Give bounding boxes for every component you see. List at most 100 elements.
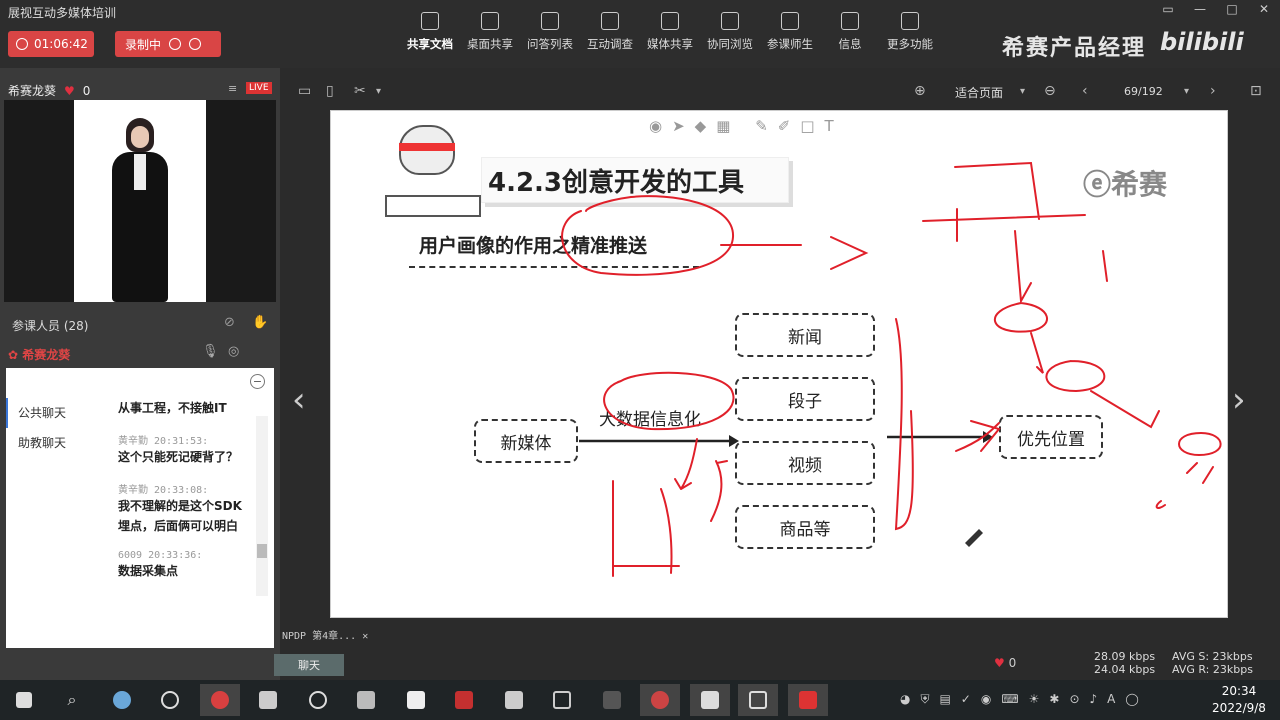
collapse-icon[interactable]: − [250, 374, 265, 389]
scroll-thumb[interactable] [257, 544, 267, 558]
message-meta: 黄辛勤 20:31:53: [118, 436, 209, 447]
fullscreen-icon[interactable]: ⊡ [1250, 83, 1262, 99]
windows-taskbar: ⌕ ◕⛨▤✓◉⌨☀✱⊙♪A◯ [0, 680, 1280, 720]
mute-all-icon[interactable]: ⊘ [224, 315, 235, 330]
heart-icon[interactable]: ♥ [64, 84, 75, 98]
tool-more[interactable]: 更多功能 [880, 12, 940, 52]
camtasia-icon [799, 691, 817, 709]
camera-icon[interactable]: ◎ [228, 344, 239, 359]
taskbar-app-training[interactable] [200, 684, 240, 716]
tab-public-chat[interactable]: 公共聊天 [6, 398, 106, 428]
hand-icon[interactable]: ✋ [252, 315, 268, 330]
timer-value: 01:06:42 [34, 37, 88, 51]
message-text: 我不理解的是这个SDK埋点，后面俩可以明白 [118, 499, 242, 533]
message-meta: 6009 20:33:36: [118, 550, 203, 561]
taskbar-app-notes[interactable] [248, 684, 288, 716]
tool-cobrowse[interactable]: 协同浏览 [700, 12, 760, 52]
page-indicator[interactable]: 69/192 [1124, 85, 1163, 98]
brand-watermark: 希赛产品经理 [1002, 36, 1147, 61]
message-text: 这个只能死记硬背了？ [118, 450, 239, 464]
chat-message: 6009 20:33:36: 数据采集点 [118, 550, 248, 581]
avg-send: AVG S: 23kbps [1172, 650, 1253, 663]
folder-icon[interactable]: ▭ [298, 83, 311, 99]
host-row: 希赛龙葵 ♥ 0 [8, 82, 90, 99]
taskbar-app-screen[interactable] [738, 684, 778, 716]
close-tab-icon[interactable]: ✕ [362, 631, 368, 642]
recording-button[interactable]: 录制中 [115, 31, 221, 57]
search-icon[interactable]: ⌕ [52, 684, 92, 716]
qa-icon [541, 12, 559, 30]
taskbar-app-browser[interactable] [102, 684, 142, 716]
speaker-name: ✿ 希赛龙葵 [8, 348, 71, 362]
tool-qa-list[interactable]: 问答列表 [520, 12, 580, 52]
chat-toggle-button[interactable]: 聊天 [274, 654, 344, 676]
pause-icon[interactable] [169, 38, 182, 50]
list-menu-icon[interactable]: ≡ [228, 82, 237, 95]
chat-messages: 从事工程，不接触IT 黄辛勤 20:31:53: 这个只能死记硬背了？ 黄辛勤 … [118, 398, 248, 595]
fit-dropdown-icon[interactable]: ▾ [1020, 86, 1025, 97]
taskbar-app-xmind[interactable] [444, 684, 484, 716]
file-icon[interactable]: ▯ [326, 83, 334, 99]
message-meta: 黄辛勤 20:33:08: [118, 485, 209, 496]
ink-loop-1 [993, 302, 1048, 333]
top-toolbar: 展视互动多媒体培训 ▭ — □ ✕ 01:06:42 录制中 共享文档 桌面共享… [0, 0, 1280, 68]
page-dropdown-icon[interactable]: ▾ [1184, 86, 1189, 97]
chat-scrollbar[interactable] [256, 416, 268, 596]
stop-icon[interactable] [189, 38, 202, 50]
ink-loop-2 [1045, 360, 1106, 393]
taskbar-app-chat[interactable] [150, 684, 190, 716]
menu-icon[interactable]: ▭ [1152, 0, 1184, 18]
participants-count[interactable]: 参课人员 (28) [12, 317, 88, 334]
system-tray[interactable]: ◕⛨▤✓◉⌨☀✱⊙♪A◯ [900, 692, 1149, 707]
minimize-icon[interactable]: — [1184, 0, 1216, 18]
tool-media-share[interactable]: 媒体共享 [640, 12, 700, 52]
taskbar-app-recorder[interactable] [640, 684, 680, 716]
host-video [4, 100, 276, 302]
session-timer[interactable]: 01:06:42 [8, 31, 94, 57]
tab-assistant-chat[interactable]: 助教聊天 [6, 428, 106, 458]
taskbar-app-messenger[interactable] [298, 684, 338, 716]
desktop-share-icon [481, 12, 499, 30]
timer-icon [16, 38, 28, 50]
ink-stroke-video [710, 460, 728, 522]
taskbar-app-draw[interactable] [690, 684, 730, 716]
taskbar-app-nvidia[interactable] [592, 684, 632, 716]
tool-info[interactable]: 信息 [820, 12, 880, 52]
taskbar-app-camtasia[interactable] [788, 684, 828, 716]
slide-diagram-layer [561, 161, 1222, 577]
slide-prev-arrow[interactable]: ‹ [292, 380, 306, 420]
taskbar-app-doc[interactable] [396, 684, 436, 716]
next-page-icon[interactable]: › [1210, 83, 1216, 99]
scissors-icon[interactable]: ✂ [354, 83, 366, 99]
chevron-down-icon[interactable]: ▾ [376, 86, 381, 97]
slide-canvas[interactable]: ◉➤◆▦ ✎✐□T 4.2.3创意开发的工具 ⓔ希赛 用户画像的作用之精准推送 … [330, 110, 1228, 618]
taskbar-clock[interactable]: 20:34 2022/9/8 [1206, 683, 1272, 717]
ink-circle-subtitle [561, 195, 735, 276]
prev-page-icon[interactable]: ‹ [1082, 83, 1088, 99]
likes-count: 0 [1008, 656, 1017, 670]
slide-next-arrow[interactable]: › [1232, 380, 1246, 420]
download-rate: 24.04 kbps [1094, 663, 1156, 676]
tool-shared-docs[interactable]: 共享文档 [400, 12, 460, 52]
tool-participants[interactable]: 参课师生 [760, 12, 820, 52]
folder-app-icon [357, 691, 375, 709]
tool-poll[interactable]: 互动调查 [580, 12, 640, 52]
taskbar-app-folder[interactable] [346, 684, 386, 716]
zoom-in-icon[interactable]: ⊕ [914, 83, 926, 99]
microphone-icon[interactable]: 🎙 [202, 344, 219, 359]
document-tab[interactable]: NPDP 第4章... ✕ [282, 627, 368, 642]
zoom-out-icon[interactable]: ⊖ [1044, 83, 1056, 99]
taskbar-app-viewer[interactable] [542, 684, 582, 716]
fit-mode-select[interactable]: 适合页面 [955, 84, 1003, 101]
clock-date: 2022/9/8 [1212, 701, 1266, 715]
start-button[interactable] [4, 684, 44, 716]
close-icon[interactable]: ✕ [1248, 0, 1280, 18]
maximize-icon[interactable]: □ [1216, 0, 1248, 18]
tool-desktop-share[interactable]: 桌面共享 [460, 12, 520, 52]
taskbar-app-store[interactable] [494, 684, 534, 716]
likes-counter[interactable]: ♥ 0 [994, 656, 1016, 670]
left-panel: 希赛龙葵 ♥ 0 ≡ LIVE 参课人员 (28) ⊘ ✋ ✿ 希赛龙葵 🎙 ◎… [0, 68, 280, 707]
more-icon [901, 12, 919, 30]
media-icon [661, 12, 679, 30]
training-app-icon [211, 691, 229, 709]
